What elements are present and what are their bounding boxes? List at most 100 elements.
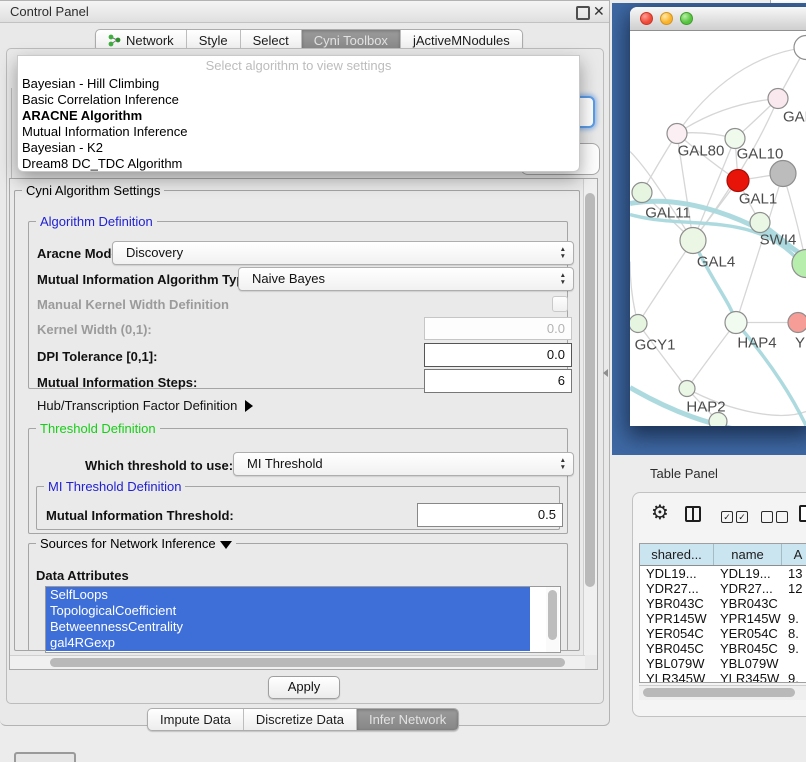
sources-group-title[interactable]: Sources for Network Inference <box>36 536 236 551</box>
network-node[interactable] <box>630 315 647 333</box>
network-node[interactable] <box>680 228 706 254</box>
vertical-scrollbar-thumb[interactable] <box>585 193 595 587</box>
attribute-list-item[interactable]: gal4RGexp <box>46 635 530 651</box>
node-label: GAL80 <box>678 143 725 160</box>
aracne-mode-label: Aracne Mode: <box>37 246 123 261</box>
network-node[interactable] <box>768 89 788 109</box>
network-node[interactable] <box>679 381 695 397</box>
kernel-width-field[interactable]: 0.0 <box>424 317 572 340</box>
network-canvas[interactable]: GALGAL80GAL10GAL1GAL11SWI4GAL4GCY1HAP4YH… <box>630 31 806 426</box>
export-table-icon[interactable] <box>799 505 806 522</box>
collapse-down-arrow-icon[interactable] <box>220 541 232 549</box>
tab-discretize-data[interactable]: Discretize Data <box>244 709 357 730</box>
node-label: HAP4 <box>737 335 776 352</box>
combobox-stepper-icon: ▲▼ <box>560 457 566 471</box>
table-cell: YBR045C <box>640 641 714 656</box>
attribute-list-item[interactable]: SelfLoops <box>46 587 530 603</box>
mi-steps-label: Mutual Information Steps: <box>37 375 197 390</box>
table-horizontal-scrollbar-thumb[interactable] <box>643 688 795 697</box>
horizontal-scrollbar-thumb[interactable] <box>50 658 565 667</box>
select-all-checkbox-icon[interactable]: ✓ <box>721 511 733 523</box>
mi-threshold-label: Mutual Information Threshold: <box>46 508 234 523</box>
deselect-all-checkbox-icon[interactable] <box>761 511 773 523</box>
minimize-traffic-light-icon[interactable] <box>660 12 673 25</box>
data-attributes-list[interactable]: SelfLoopsTopologicalCoefficientBetweenne… <box>45 586 561 653</box>
table-horizontal-scrollbar[interactable] <box>639 685 806 700</box>
table-panel-window: ⚙ ✓ ✓ shared... name A YDL19...YDL19...1… <box>632 492 806 717</box>
network-node[interactable] <box>794 36 806 60</box>
network-node[interactable] <box>727 170 749 192</box>
manual-kernel-width-checkbox[interactable] <box>552 296 568 312</box>
algorithm-option[interactable]: Bayesian - K2 <box>18 140 579 156</box>
network-view-window[interactable]: GALGAL80GAL10GAL1GAL11SWI4GAL4GCY1HAP4YH… <box>630 7 806 426</box>
table-row[interactable]: YPR145WYPR145W9. <box>640 611 806 626</box>
mi-algorithm-type-combobox[interactable]: Naive Bayes ▲▼ <box>238 267 574 291</box>
apply-button[interactable]: Apply <box>268 676 340 699</box>
network-node[interactable] <box>770 161 796 187</box>
table-cell: YDR27... <box>640 581 714 596</box>
close-icon[interactable]: ✕ <box>593 3 605 20</box>
table-cell: YLR345W <box>640 671 714 683</box>
table-cell: YBL079W <box>640 656 714 671</box>
table-row[interactable]: YBR045CYBR045C9. <box>640 641 806 656</box>
table-cell: YPR145W <box>640 611 714 626</box>
table-header-row: shared... name A <box>640 544 806 566</box>
table-row[interactable]: YER054CYER054C8. <box>640 626 806 641</box>
network-node[interactable] <box>667 124 687 144</box>
algorithm-option[interactable]: ARACNE Algorithm <box>18 108 579 124</box>
select-all-checkbox-icon[interactable]: ✓ <box>736 511 748 523</box>
algorithm-option[interactable]: Dream8 DC_TDC Algorithm <box>18 156 579 172</box>
table-row[interactable]: YBL079WYBL079W <box>640 656 806 671</box>
attribute-list-item[interactable]: TopologicalCoefficient <box>46 603 530 619</box>
column-header[interactable]: A <box>782 544 806 565</box>
mi-threshold-field[interactable]: 0.5 <box>417 503 563 527</box>
group-title: Cyni Algorithm Settings <box>22 183 164 198</box>
gear-icon[interactable]: ⚙ <box>651 503 669 523</box>
tab-impute-data[interactable]: Impute Data <box>148 709 244 730</box>
float-window-icon[interactable] <box>576 6 590 20</box>
network-graph[interactable]: GALGAL80GAL10GAL1GAL11SWI4GAL4GCY1HAP4YH… <box>630 31 806 426</box>
columns-icon[interactable] <box>685 506 701 522</box>
minimized-panel-tab[interactable] <box>14 752 76 762</box>
hub-definition-expander[interactable]: Hub/Transcription Factor Definition <box>37 398 253 413</box>
table-cell: YDL19... <box>714 566 782 581</box>
attribute-list-item[interactable]: BetweennessCentrality <box>46 619 530 635</box>
algorithm-option[interactable]: Bayesian - Hill Climbing <box>18 76 579 92</box>
vertical-scrollbar[interactable] <box>583 179 597 655</box>
node-label: GCY1 <box>635 337 676 354</box>
group-title: Algorithm Definition <box>36 214 157 229</box>
network-window-titlebar[interactable] <box>630 7 806 31</box>
network-node[interactable] <box>788 313 806 333</box>
expand-right-arrow-icon[interactable] <box>245 400 253 412</box>
splitter-collapse-icon[interactable] <box>603 369 608 377</box>
network-node[interactable] <box>632 183 652 203</box>
panel-border-fragment <box>11 88 12 180</box>
column-header[interactable]: name <box>714 544 782 565</box>
table-row[interactable]: YLR345WYLR345W9. <box>640 671 806 683</box>
table-cell: 13 <box>782 566 806 581</box>
dpi-tolerance-field[interactable]: 0.0 <box>424 343 572 367</box>
deselect-all-checkbox-icon[interactable] <box>776 511 788 523</box>
list-scrollbar[interactable] <box>546 587 559 652</box>
network-node[interactable] <box>725 312 747 334</box>
aracne-mode-combobox[interactable]: Discovery ▲▼ <box>112 241 574 265</box>
group-title: Threshold Definition <box>36 421 160 436</box>
algorithm-option[interactable]: Mutual Information Inference <box>18 124 579 140</box>
tab-infer-network[interactable]: Infer Network <box>357 709 458 730</box>
table-row[interactable]: YDL19...YDL19...13 <box>640 566 806 581</box>
column-header[interactable]: shared... <box>640 544 714 565</box>
network-node[interactable] <box>750 213 770 233</box>
horizontal-scrollbar[interactable] <box>10 655 585 669</box>
algorithm-option[interactable]: Basic Correlation Inference <box>18 92 579 108</box>
table-row[interactable]: YDR27...YDR27...12 <box>640 581 806 596</box>
group-title: MI Threshold Definition <box>44 479 185 494</box>
table-cell: YBR045C <box>714 641 782 656</box>
zoom-traffic-light-icon[interactable] <box>680 12 693 25</box>
close-traffic-light-icon[interactable] <box>640 12 653 25</box>
node-label: GAL1 <box>739 191 777 208</box>
which-threshold-combobox[interactable]: MI Threshold ▲▼ <box>233 452 574 476</box>
mi-steps-field[interactable]: 6 <box>424 369 572 393</box>
which-threshold-label: Which threshold to use: <box>85 458 233 473</box>
table-row[interactable]: YBR043CYBR043C <box>640 596 806 611</box>
list-scrollbar-thumb[interactable] <box>548 590 557 640</box>
